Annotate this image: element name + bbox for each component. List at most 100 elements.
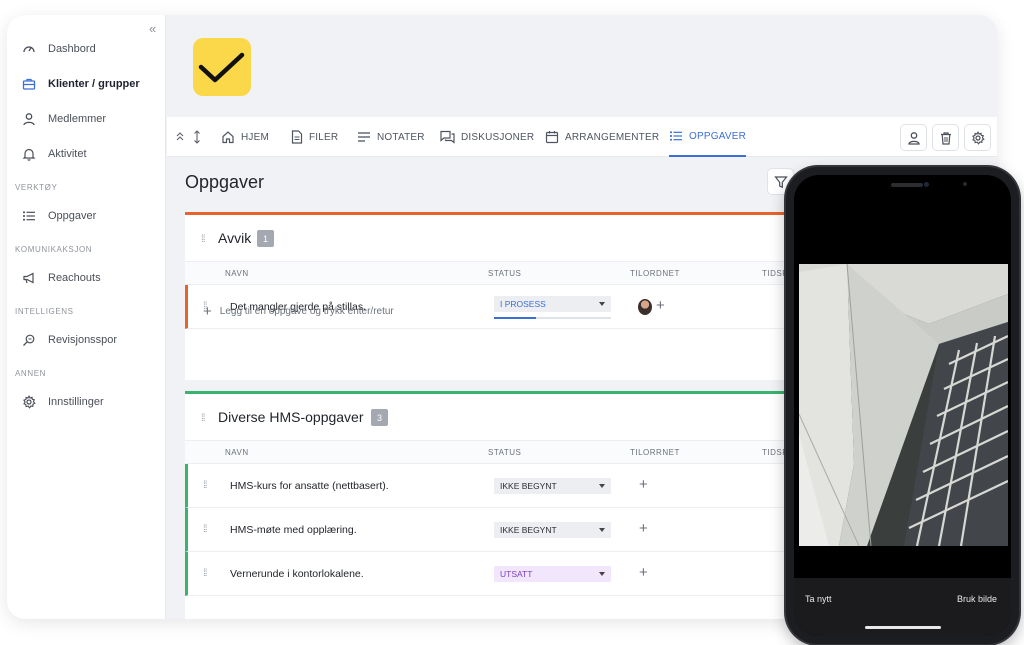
chevron-down-icon	[599, 572, 605, 576]
sidebar-item-label: Medlemmer	[48, 113, 107, 125]
tab-arrangementer[interactable]: ARRANGEMENTER	[545, 117, 659, 157]
tab-label: NOTATER	[377, 131, 425, 143]
person-icon	[21, 111, 37, 127]
filter-icon	[773, 175, 788, 188]
progress-fill	[494, 317, 537, 319]
add-assignee-button[interactable]: +	[639, 476, 648, 493]
home-icon	[222, 131, 234, 144]
status-label: IKKE BEGYNT	[500, 525, 557, 535]
sidebar-item-reachouts[interactable]: Reachouts	[21, 267, 101, 289]
retake-button[interactable]: Ta nytt	[805, 594, 832, 604]
phone-sensor	[963, 182, 967, 186]
gear-icon	[971, 130, 985, 145]
tab-filer[interactable]: FILER	[291, 117, 338, 157]
section-label-verktoy: VERKTØY	[15, 183, 58, 192]
collapse-arrows-icon	[176, 130, 200, 144]
status-dropdown[interactable]: UTSATT	[494, 566, 611, 582]
sidebar-item-label: Innstillinger	[48, 396, 104, 408]
tab-label: OPPGAVER	[689, 130, 746, 142]
column-status: STATUS	[488, 448, 522, 457]
chevron-down-icon	[599, 484, 605, 488]
sidebar-item-dashbord[interactable]: Dashbord	[21, 38, 96, 60]
trash-icon	[940, 131, 951, 145]
tab-bar: HJEM FILER NOTATER DISKUSJONER ARRANGEME…	[167, 117, 997, 157]
search-zoom-icon	[21, 332, 37, 348]
progress-bar	[494, 317, 611, 319]
section-label-intelligens: INTELLIGENS	[15, 307, 74, 316]
status-label: UTSATT	[500, 569, 533, 579]
status-dropdown[interactable]: IKKE BEGYNT	[494, 522, 611, 538]
collapse-expand-button[interactable]	[175, 117, 211, 157]
column-tidsfrist: TIDSF	[762, 448, 788, 457]
checkmark-icon	[198, 52, 245, 83]
section-label-annen: ANNEN	[15, 369, 47, 378]
tab-label: ARRANGEMENTER	[565, 131, 660, 143]
tab-hjem[interactable]: HJEM	[221, 117, 269, 157]
tab-oppgaver[interactable]: OPPGAVER	[669, 117, 746, 157]
plus-icon: +	[203, 303, 212, 320]
avatar[interactable]	[638, 299, 652, 315]
settings-button[interactable]	[964, 124, 991, 151]
drag-handle-icon[interactable]: ⁞⁞	[203, 524, 207, 535]
app-logo	[193, 38, 251, 96]
collapse-sidebar-button[interactable]: «	[149, 21, 156, 36]
list-icon	[21, 208, 37, 224]
bell-icon	[21, 146, 37, 162]
calendar-icon	[545, 131, 559, 144]
sidebar-item-oppgaver[interactable]: Oppgaver	[21, 205, 96, 227]
add-task-label: Legg til en oppgave og trykk enter/retur	[219, 306, 394, 317]
sidebar-item-aktivitet[interactable]: Aktivitet	[21, 143, 87, 165]
drag-handle-icon[interactable]: ⁞⁞	[203, 568, 207, 579]
list-icon	[670, 131, 682, 141]
delete-button[interactable]	[932, 124, 959, 151]
use-photo-button[interactable]: Bruk bilde	[957, 594, 997, 604]
sidebar-item-klienter[interactable]: Klienter / grupper	[21, 73, 140, 95]
home-indicator	[865, 626, 941, 629]
tab-label: FILER	[309, 131, 339, 143]
status-label: I PROSESS	[500, 299, 546, 309]
task-name[interactable]: HMS-møte med opplæring.	[230, 524, 357, 536]
sidebar-item-revisjonsspor[interactable]: Revisjonsspor	[21, 329, 117, 351]
column-navn: NAVN	[225, 269, 249, 278]
add-assignee-button[interactable]: +	[639, 564, 648, 581]
add-assignee-button[interactable]: +	[656, 297, 665, 314]
phone-mockup: Ta nytt Bruk bilde	[786, 167, 1019, 644]
sidebar-item-label: Aktivitet	[48, 148, 87, 160]
column-tilordnet: TILORDNET	[630, 269, 680, 278]
speedometer-icon	[21, 41, 37, 57]
camera-photo-preview	[799, 264, 1008, 546]
status-dropdown[interactable]: IKKE BEGYNT	[494, 478, 611, 494]
status-dropdown[interactable]: I PROSESS	[494, 296, 611, 312]
sidebar-item-medlemmer[interactable]: Medlemmer	[21, 108, 106, 130]
add-task-button[interactable]: + Legg til en oppgave og trykk enter/ret…	[203, 303, 394, 320]
drag-handle-icon[interactable]: ⁞⁞	[201, 234, 205, 245]
page-title: Oppgaver	[185, 172, 265, 192]
sidebar-item-label: Oppgaver	[48, 210, 97, 222]
column-tidsfrist: TIDSF	[762, 269, 788, 278]
sidebar: « Dashbord Klienter / grupper Medlemmer …	[7, 15, 166, 619]
group-count-badge: 1	[257, 230, 274, 247]
drag-handle-icon[interactable]: ⁞⁞	[201, 413, 205, 424]
tab-diskusjoner[interactable]: DISKUSJONER	[440, 117, 534, 157]
megaphone-icon	[21, 270, 37, 286]
photo-image	[799, 264, 1008, 546]
sidebar-item-innstillinger[interactable]: Innstillinger	[21, 391, 104, 413]
members-button[interactable]	[900, 124, 927, 151]
file-icon	[291, 130, 303, 144]
chat-icon	[440, 130, 455, 144]
sidebar-item-label: Klienter / grupper	[48, 78, 140, 90]
phone-camera	[924, 182, 929, 187]
section-label-kommunikasjon: KOMUNIKAKSJON	[15, 245, 93, 254]
notes-icon	[358, 132, 370, 142]
drag-handle-icon[interactable]: ⁞⁞	[203, 480, 207, 491]
tab-notater[interactable]: NOTATER	[357, 117, 425, 157]
column-status: STATUS	[488, 269, 522, 278]
task-name[interactable]: Vernerunde i kontorlokalene.	[230, 568, 364, 580]
task-name[interactable]: HMS-kurs for ansatte (nettbasert).	[230, 480, 389, 492]
add-assignee-button[interactable]: +	[639, 520, 648, 537]
column-tilordnet: TILORRNET	[630, 448, 680, 457]
sidebar-item-label: Dashbord	[48, 43, 96, 55]
group-title: Diverse HMS-oppgaver	[218, 409, 364, 425]
person-icon	[907, 131, 920, 145]
chevron-down-icon	[599, 528, 605, 532]
